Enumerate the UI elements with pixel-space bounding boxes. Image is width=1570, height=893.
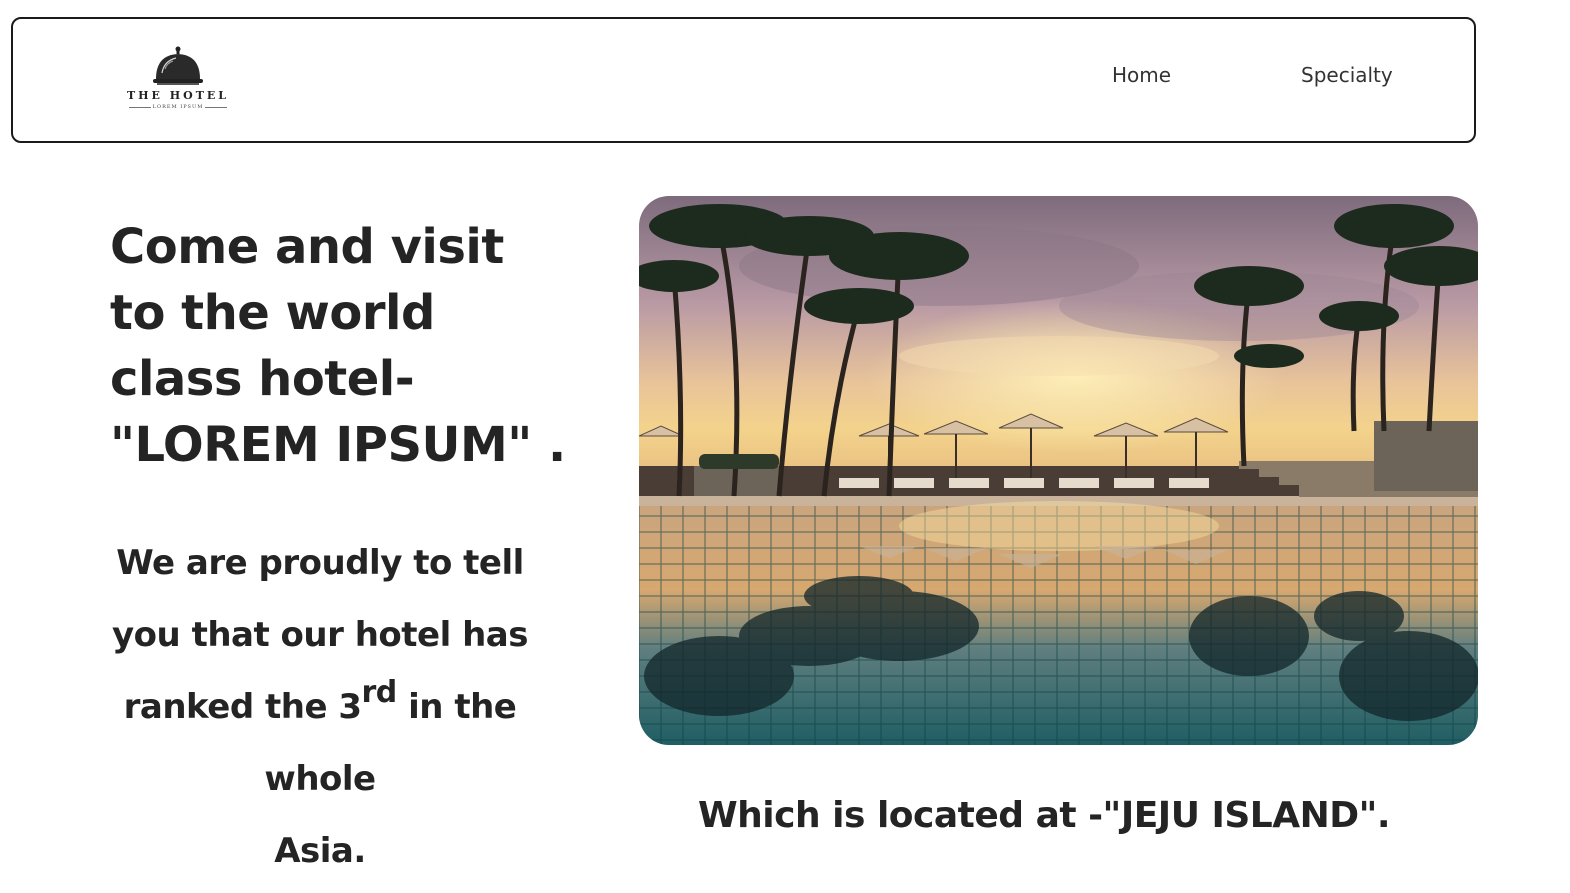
hotel-logo[interactable]: THE HOTEL LOREM IPSUM (121, 45, 235, 115)
hero-body-text: We are proudly to tell you that our hote… (100, 527, 540, 887)
navbar: THE HOTEL LOREM IPSUM Home Specialty (11, 17, 1476, 143)
pool-sunset-image (639, 196, 1478, 745)
nav-specialty-link[interactable]: Specialty (1301, 63, 1393, 87)
body-text-part3: Asia. (274, 831, 366, 871)
pool-sunset-illustration (639, 196, 1478, 745)
brand-title: THE HOTEL (126, 89, 230, 102)
location-text: Which is located at -"JEJU ISLAND". (697, 795, 1391, 836)
service-bell-icon (153, 46, 203, 85)
ordinal-suffix: rd (361, 675, 398, 710)
hero-headline: Come and visit to the world class hotel-… (110, 219, 566, 473)
nav-home-link[interactable]: Home (1112, 63, 1171, 87)
logo-divider-right (205, 107, 227, 108)
